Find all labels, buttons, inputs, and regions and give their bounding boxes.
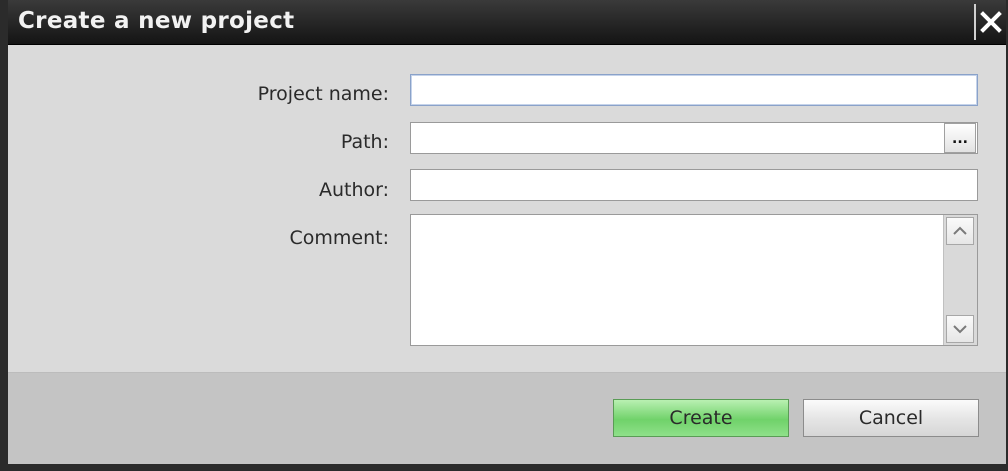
comment-label: Comment: [289, 227, 390, 249]
dialog-title-bar: Create a new project [8, 0, 1006, 45]
comment-textarea[interactable] [411, 215, 944, 345]
author-input[interactable] [410, 169, 978, 201]
chevron-down-icon [953, 325, 967, 334]
dialog-title: Create a new project [18, 8, 295, 34]
path-label: Path: [340, 131, 389, 153]
create-button[interactable]: Create [613, 399, 789, 437]
author-label: Author: [318, 179, 389, 201]
browse-path-button[interactable]: ... [944, 123, 976, 153]
project-name-label: Project name: [257, 83, 389, 105]
path-input[interactable] [410, 122, 978, 154]
comment-scrollbar[interactable] [943, 215, 977, 345]
scroll-up-button[interactable] [946, 217, 974, 245]
project-name-input[interactable] [410, 74, 978, 106]
cancel-button[interactable]: Cancel [803, 399, 979, 437]
scroll-down-button[interactable] [946, 315, 974, 343]
close-button[interactable] [974, 4, 1006, 40]
bottom-edge [0, 464, 1008, 471]
create-project-dialog: Create a new project Project name: Path:… [8, 0, 1006, 464]
close-x-icon [980, 11, 1002, 33]
chevron-up-icon [953, 226, 967, 235]
comment-box [410, 214, 978, 346]
